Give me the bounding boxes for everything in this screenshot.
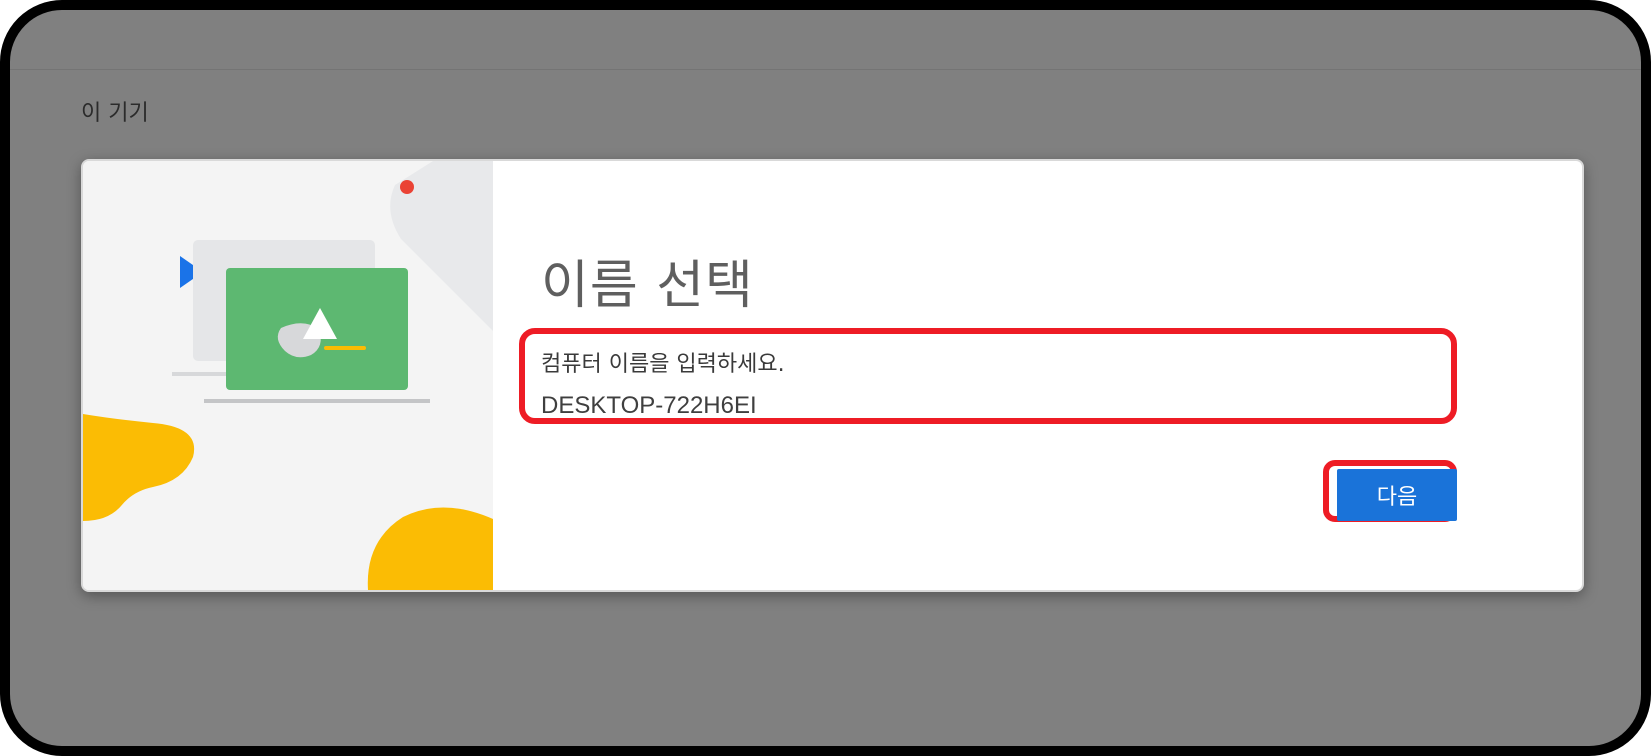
yellow-dash [324, 346, 366, 350]
screen-frame: 이 기기 이름 선택 컴퓨터 이름을 입력하세요. DESKTOP-722H6E… [0, 0, 1651, 756]
name-field-highlight: 컴퓨터 이름을 입력하세요. [519, 328, 1457, 424]
name-field-label: 컴퓨터 이름을 입력하세요. [541, 352, 785, 377]
dialog-heading: 이름 선택 [541, 256, 754, 316]
laptop-base [204, 399, 430, 403]
next-button-highlight: 다음 [1323, 460, 1457, 522]
setup-dialog: 이름 선택 컴퓨터 이름을 입력하세요. 다음 [81, 159, 1584, 592]
red-dot [400, 180, 414, 194]
yellow-blob-right [367, 507, 493, 590]
device-illustration [83, 161, 493, 590]
next-button[interactable]: 다음 [1337, 469, 1457, 521]
page-title: 이 기기 [81, 101, 149, 126]
header-divider [10, 69, 1641, 70]
yellow-blob-left [83, 414, 195, 521]
computer-name-input[interactable] [541, 392, 1421, 420]
dialog-content: 이름 선택 컴퓨터 이름을 입력하세요. 다음 [493, 161, 1582, 590]
